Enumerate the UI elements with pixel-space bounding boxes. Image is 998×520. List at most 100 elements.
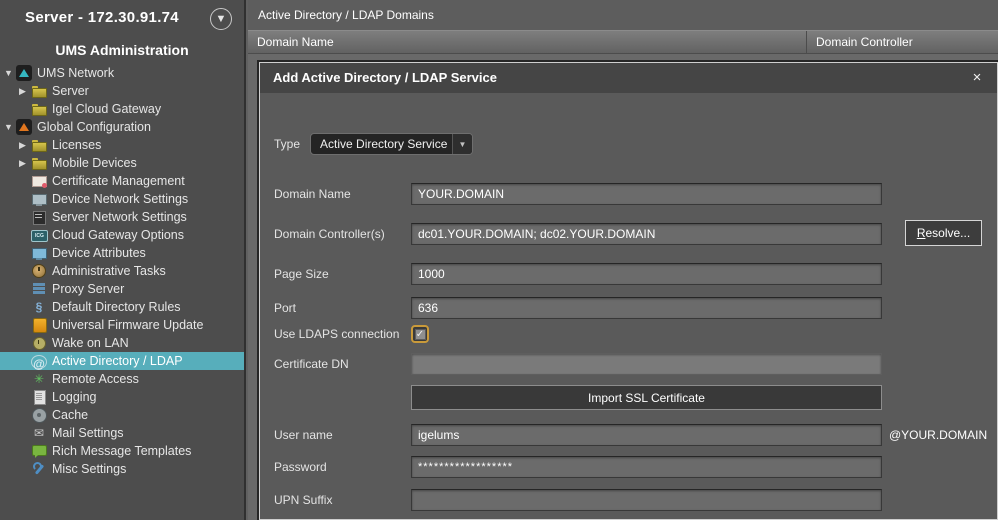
add-adldap-dialog: Add Active Directory / LDAP Service × Ty…: [259, 62, 998, 520]
monitor-blue-icon: [31, 245, 47, 261]
close-icon[interactable]: ×: [967, 68, 987, 88]
page-size-row: Page Size: [274, 263, 993, 285]
sidebar-item-server-network-settings[interactable]: Server Network Settings: [0, 208, 244, 226]
expander-closed-icon[interactable]: ▶: [17, 154, 31, 172]
icg-icon: [31, 227, 47, 243]
type-select[interactable]: Active Directory Service ▼: [310, 133, 473, 155]
folder-icon: [31, 137, 47, 153]
column-header-domain-name[interactable]: Domain Name: [248, 31, 807, 53]
sidebar-item-active-directory-ldap[interactable]: @Active Directory / LDAP: [0, 352, 244, 370]
type-select-arrow-button[interactable]: ▼: [452, 134, 472, 154]
upn-suffix-row: UPN Suffix: [274, 489, 993, 511]
sidebar-item-administrative-tasks[interactable]: Administrative Tasks: [0, 262, 244, 280]
sidebar-item-device-attributes[interactable]: Device Attributes: [0, 244, 244, 262]
sidebar-item-wake-on-lan[interactable]: Wake on LAN: [0, 334, 244, 352]
sidebar-item-mail-settings[interactable]: ✉ Mail Settings: [0, 424, 244, 442]
folder-icon: [31, 101, 47, 117]
sidebar-item-misc-settings[interactable]: Misc Settings: [0, 460, 244, 478]
expander-open-icon[interactable]: ▼: [2, 64, 16, 82]
ums-administration-title: UMS Administration: [0, 42, 244, 58]
import-ssl-certificate-button[interactable]: Import SSL Certificate: [411, 385, 882, 410]
sidebar-item-cloud-gateway-options[interactable]: Cloud Gateway Options: [0, 226, 244, 244]
certificate-icon: [31, 173, 47, 189]
import-ssl-row: Import SSL Certificate: [274, 385, 993, 410]
sidebar-item-ums-network[interactable]: ▼UMS Network: [0, 64, 244, 82]
sidebar-item-igel-cloud-gateway[interactable]: Igel Cloud Gateway: [0, 100, 244, 118]
resolve-button[interactable]: Resolve...: [905, 220, 982, 246]
page-title: Active Directory / LDAP Domains: [248, 0, 998, 30]
sidebar-item-label: Mobile Devices: [52, 154, 137, 172]
password-input[interactable]: [411, 456, 882, 478]
use-ldaps-checkbox[interactable]: ✓: [411, 325, 429, 343]
sidebar-item-label: Remote Access: [52, 370, 139, 388]
sidebar-item-label: Proxy Server: [52, 280, 124, 298]
sidebar-item-label: Administrative Tasks: [52, 262, 166, 280]
import-ssl-certificate-label: Import SSL Certificate: [588, 391, 705, 405]
domain-name-row: Domain Name: [274, 183, 993, 205]
domain-name-label: Domain Name: [274, 187, 411, 201]
column-header-domain-controller[interactable]: Domain Controller: [807, 31, 998, 53]
certificate-dn-row: Certificate DN: [274, 353, 993, 375]
domain-controllers-input[interactable]: [411, 223, 882, 245]
proxy-icon: [31, 281, 47, 297]
sidebar-item-label: Mail Settings: [52, 424, 124, 442]
sidebar-item-logging[interactable]: Logging: [0, 388, 244, 406]
clock-icon: [31, 263, 47, 279]
certificate-dn-input[interactable]: [411, 353, 882, 375]
sidebar-item-server[interactable]: ▶ Server: [0, 82, 244, 100]
sidebar-item-mobile-devices[interactable]: ▶ Mobile Devices: [0, 154, 244, 172]
sidebar-item-licenses[interactable]: ▶ Licenses: [0, 136, 244, 154]
at-icon: @: [31, 355, 47, 369]
cache-icon: [31, 407, 47, 423]
upn-suffix-input[interactable]: [411, 489, 882, 511]
checkmark-icon: ✓: [415, 329, 426, 340]
page-size-input[interactable]: [411, 263, 882, 285]
expander-open-icon[interactable]: ▼: [2, 118, 16, 136]
chevron-down-icon: ▼: [216, 14, 227, 25]
wrench-icon: [31, 461, 47, 477]
sidebar-item-default-directory-rules[interactable]: § Default Directory Rules: [0, 298, 244, 316]
message-icon: [31, 443, 47, 459]
remote-icon: ✳: [31, 371, 47, 387]
sidebar-item-proxy-server[interactable]: Proxy Server: [0, 280, 244, 298]
port-input[interactable]: [411, 297, 882, 319]
sidebar-item-certificate-management[interactable]: Certificate Management: [0, 172, 244, 190]
sidebar-item-label: Default Directory Rules: [52, 298, 181, 316]
user-name-input[interactable]: [411, 424, 882, 446]
sidebar-item-label: Server Network Settings: [52, 208, 187, 226]
sidebar-item-label: Universal Firmware Update: [52, 316, 203, 334]
sidebar-item-label: Certificate Management: [52, 172, 185, 190]
sidebar-item-label: Igel Cloud Gateway: [52, 100, 161, 118]
firmware-icon: [31, 317, 47, 333]
upn-suffix-label: UPN Suffix: [274, 493, 411, 507]
user-name-label: User name: [274, 428, 411, 442]
sidebar-item-rich-message-templates[interactable]: Rich Message Templates: [0, 442, 244, 460]
sidebar-item-global-configuration[interactable]: ▼Global Configuration: [0, 118, 244, 136]
sidebar-item-remote-access[interactable]: ✳ Remote Access: [0, 370, 244, 388]
type-label: Type: [274, 137, 300, 151]
use-ldaps-label: Use LDAPS connection: [274, 327, 411, 341]
sidebar-item-label: Misc Settings: [52, 460, 126, 478]
sidebar: Server - 172.30.91.74 ▼ UMS Administrati…: [0, 0, 246, 520]
sidebar-item-label: Server: [52, 82, 89, 100]
sidebar-item-device-network-settings[interactable]: Device Network Settings: [0, 190, 244, 208]
igel-orange-icon: [16, 119, 32, 135]
sidebar-item-label: Licenses: [52, 136, 101, 154]
upn-domain-suffix-label: @YOUR.DOMAIN: [889, 428, 987, 442]
server-title: Server - 172.30.91.74: [0, 9, 204, 26]
sidebar-item-label: Cache: [52, 406, 88, 424]
sidebar-item-label: Wake on LAN: [52, 334, 129, 352]
mail-icon: ✉: [31, 425, 47, 441]
sidebar-item-cache[interactable]: Cache: [0, 406, 244, 424]
expander-closed-icon[interactable]: ▶: [17, 82, 31, 100]
domain-name-input[interactable]: [411, 183, 882, 205]
server-dropdown-button[interactable]: ▼: [210, 8, 232, 30]
igel-teal-icon: [16, 65, 32, 81]
monitor-icon: [31, 191, 47, 207]
page-size-label: Page Size: [274, 267, 411, 281]
type-select-value: Active Directory Service: [311, 137, 452, 151]
sidebar-item-universal-firmware-update[interactable]: Universal Firmware Update: [0, 316, 244, 334]
rules-icon: §: [31, 299, 47, 315]
resolve-button-label: esolve...: [925, 226, 970, 240]
expander-closed-icon[interactable]: ▶: [17, 136, 31, 154]
